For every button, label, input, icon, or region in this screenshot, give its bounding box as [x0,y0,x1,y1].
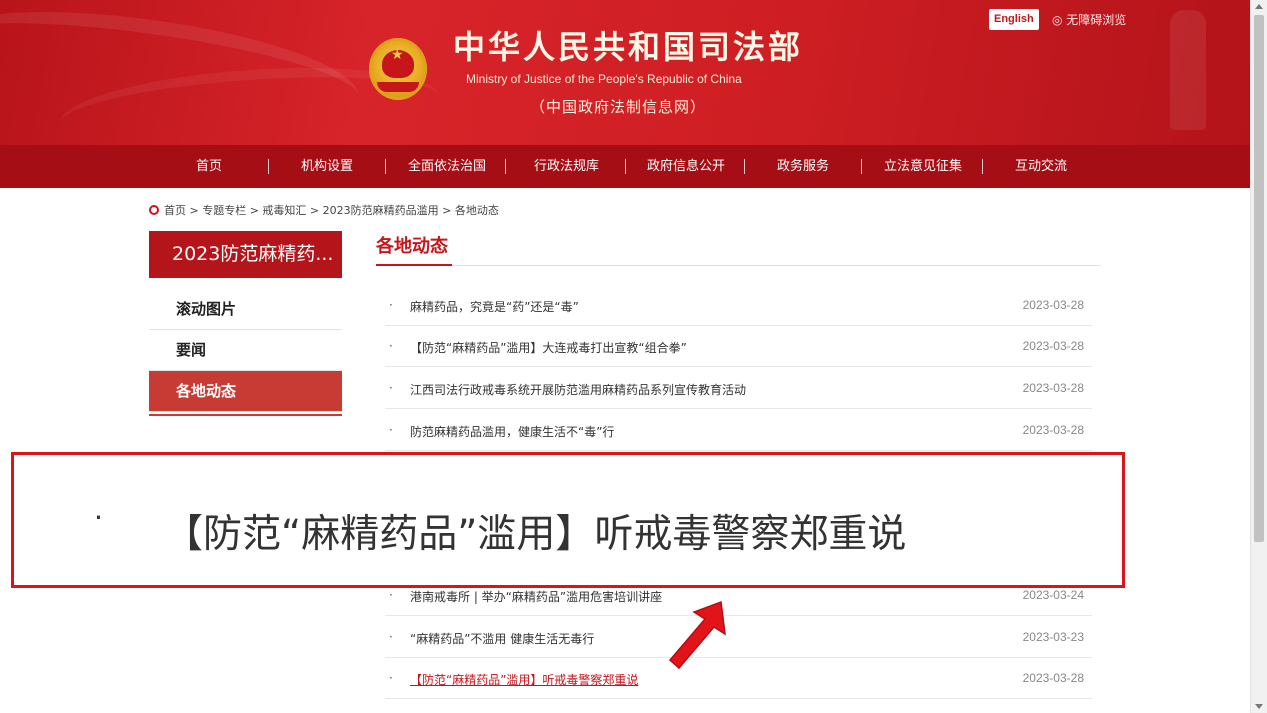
news-row: · 麻精药品，究竟是“药”还是“毒” 2023-03-28 [385,285,1092,326]
section-divider [376,265,1101,266]
news-row: · “麻精药品”不滥用 健康生活无毒行 2023-03-23 [385,617,1092,658]
breadcrumb-text[interactable]: 首页 > 专题专栏 > 戒毒知汇 > 2023防范麻精药品滥用 > 各地动态 [164,204,499,217]
nav-separator [982,159,983,174]
bullet: · [389,588,393,602]
sidebar-item-local-news[interactable]: 各地动态 [149,371,342,412]
sidebar-divider [149,414,342,416]
site-subtitle-cn: （中国政府法制信息网） [530,98,707,116]
section-title-underline [376,264,452,266]
nav-item-home[interactable]: 首页 [196,145,222,188]
vertical-scrollbar[interactable] [1250,0,1267,713]
sidebar-item-news[interactable]: 要闻 [149,330,342,371]
news-date: 2023-03-28 [1022,423,1084,437]
news-date: 2023-03-28 [1022,381,1084,395]
bullet: · [389,339,393,353]
news-date: 2023-03-23 [1022,630,1084,644]
nav-item-open-info[interactable]: 政府信息公开 [647,145,725,188]
news-row: · 【防范“麻精药品”滥用】大连戒毒打出宣教“组合拳” 2023-03-28 [385,326,1092,367]
section-title: 各地动态 [376,236,448,257]
news-date: 2023-03-28 [1022,671,1084,685]
nav-item-regulations[interactable]: 行政法规库 [534,145,599,188]
national-emblem-icon[interactable]: ★ [369,38,427,100]
news-date: 2023-03-28 [1022,339,1084,353]
nav-separator [385,159,386,174]
site-subtitle-en: Ministry of Justice of the People's Repu… [466,72,742,86]
main-nav: 首页 机构设置 全面依法治国 行政法规库 政府信息公开 政务服务 立法意见征集 … [0,145,1250,188]
news-date: 2023-03-24 [1022,588,1084,602]
news-row: · 江西司法行政戒毒系统开展防范滥用麻精药品系列宣传教育活动 2023-03-2… [385,368,1092,409]
news-date: 2023-03-28 [1022,298,1084,312]
circle-bullet-icon [149,205,159,215]
news-title-link[interactable]: 【防范“麻精药品”滥用】大连戒毒打出宣教“组合拳” [410,339,687,356]
news-title-link-highlighted[interactable]: 【防范“麻精药品”滥用】听戒毒警察郑重说 [410,671,638,688]
english-button[interactable]: English [989,9,1039,30]
pillar-decoration [1170,10,1206,130]
zoom-bullet: · [94,501,103,534]
bullet: · [389,381,393,395]
scroll-down-icon[interactable] [1255,704,1263,709]
red-arrow-icon [668,600,726,670]
accessibility-link[interactable]: ◎ 无障碍浏览 [1052,11,1126,28]
nav-separator [268,159,269,174]
scrollbar-thumb[interactable] [1254,15,1264,542]
bullet: · [389,423,393,437]
nav-item-interaction[interactable]: 互动交流 [1015,145,1067,188]
bullet: · [389,630,393,644]
news-row: · 防范麻精药品滥用，健康生活不“毒”行 2023-03-28 [385,410,1092,451]
news-title-link[interactable]: 防范麻精药品滥用，健康生活不“毒”行 [410,423,614,440]
nav-separator [505,159,506,174]
sidebar-item-scroll-images[interactable]: 滚动图片 [149,289,342,330]
header-banner: ★ 中华人民共和国司法部 Ministry of Justice of the … [0,0,1250,145]
sidebar-heading[interactable]: 2023防范麻精药... [149,231,342,278]
zoom-callout: · 【防范“麻精药品”滥用】听戒毒警察郑重说 [11,452,1125,588]
nav-item-rule-of-law[interactable]: 全面依法治国 [408,145,486,188]
nav-item-services[interactable]: 政务服务 [777,145,829,188]
zoom-text: 【防范“麻精药品”滥用】听戒毒警察郑重说 [164,512,907,557]
site-title[interactable]: 中华人民共和国司法部 [453,22,800,68]
nav-separator [744,159,745,174]
scroll-up-icon[interactable] [1255,4,1263,9]
nav-item-legislation[interactable]: 立法意见征集 [884,145,962,188]
news-title-link[interactable]: 麻精药品，究竟是“药”还是“毒” [410,298,579,315]
news-title-link[interactable]: 江西司法行政戒毒系统开展防范滥用麻精药品系列宣传教育活动 [410,381,746,398]
news-row: · 【防范“麻精药品”滥用】听戒毒警察郑重说 2023-03-28 [385,658,1092,699]
nav-item-organization[interactable]: 机构设置 [301,145,353,188]
bullet: · [389,671,393,685]
nav-separator [861,159,862,174]
breadcrumb: 首页 > 专题专栏 > 戒毒知汇 > 2023防范麻精药品滥用 > 各地动态 [149,202,499,218]
nav-separator [625,159,626,174]
news-title-link[interactable]: “麻精药品”不滥用 健康生活无毒行 [410,630,594,647]
news-title-link[interactable]: 港南戒毒所 | 举办“麻精药品”滥用危害培训讲座 [410,588,662,605]
bullet: · [389,298,393,312]
